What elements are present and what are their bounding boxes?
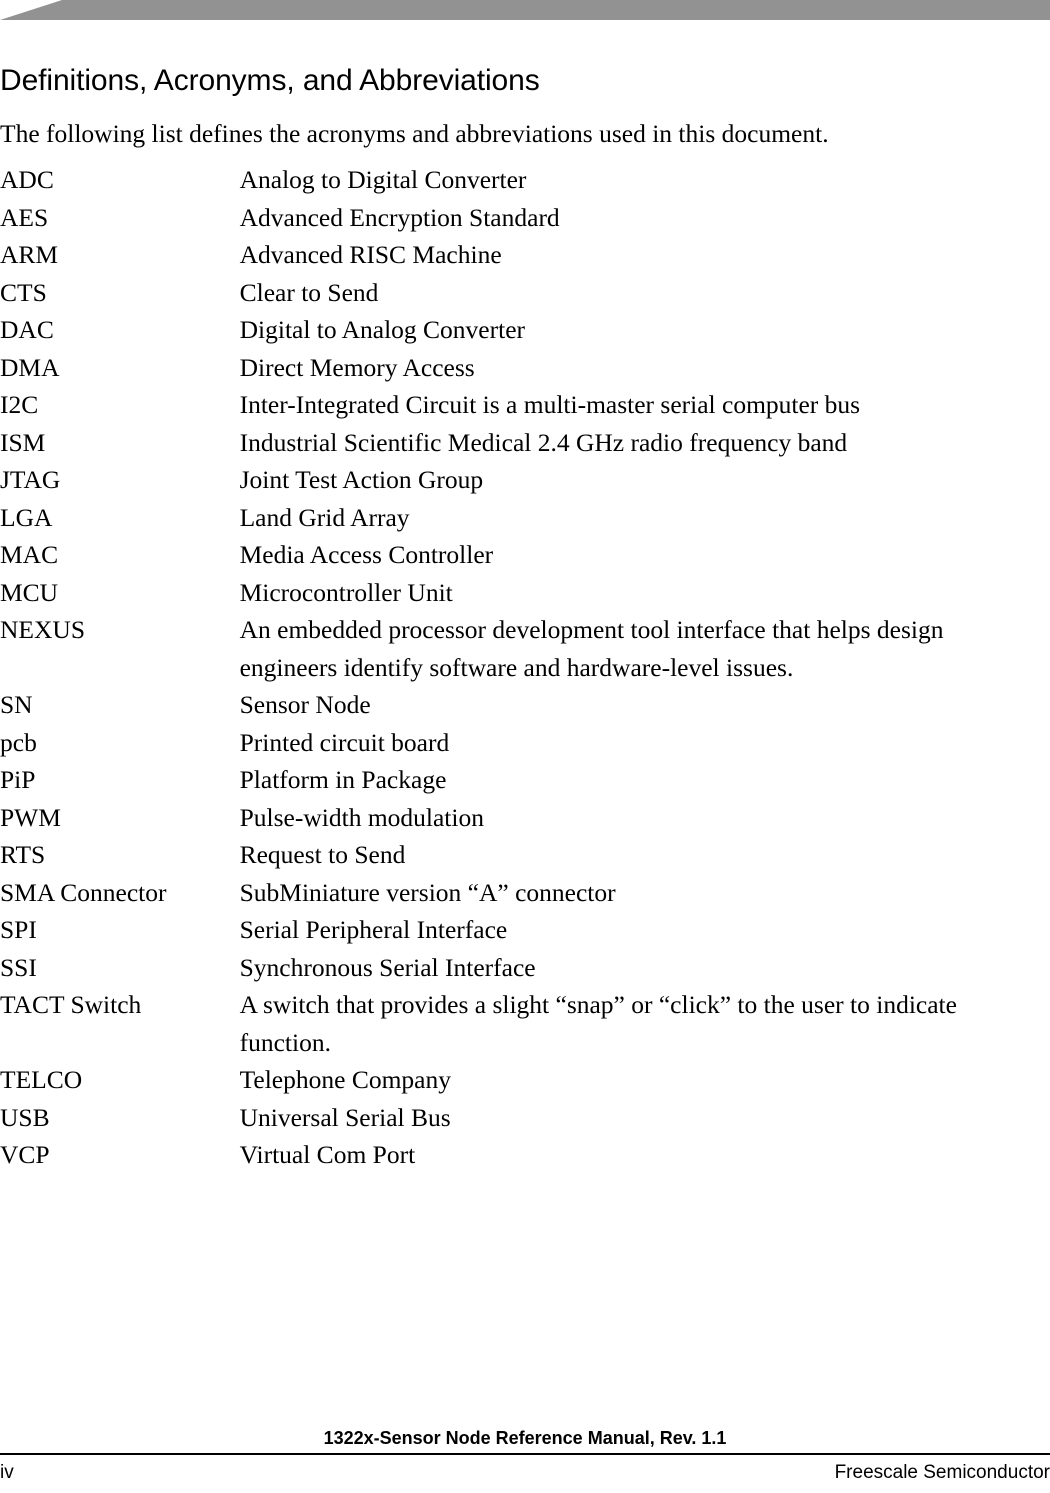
definition-term: RTS — [0, 840, 46, 869]
header-decorative-bar — [0, 0, 1050, 20]
definition-term: DMA — [0, 352, 60, 382]
definition-term: MAC — [0, 540, 59, 569]
page-content: Definitions, Acronyms, and Abbreviations… — [0, 64, 1046, 1174]
definition-term: SSI — [0, 952, 37, 982]
definition-term: CTS — [0, 277, 47, 307]
definition-row: ISM Industrial Scientific Medical 2.4 GHz… — [0, 424, 1046, 462]
definition-row: SSI Synchronous Serial Interface — [0, 949, 1046, 987]
definition-text: Telephone Company — [239, 1065, 451, 1094]
definition-term: ISM — [0, 427, 46, 457]
definition-text: Clear to Send — [239, 277, 379, 307]
definition-row: MCU Microcontroller Unit — [0, 574, 1046, 612]
definition-text: Sensor Node — [239, 690, 371, 719]
definition-text: Virtual Com Port — [239, 1140, 416, 1169]
definition-term: SMA Connector — [0, 877, 167, 907]
definition-term: ARM — [0, 240, 59, 269]
definition-row: PWM Pulse-width modulation — [0, 799, 1046, 837]
definitions-table: ADC Analog to Digital Converter AES Advance… — [0, 161, 1046, 1174]
definition-text: Joint Test Action Group — [239, 465, 484, 494]
definition-text: Advanced RISC Machine — [239, 240, 502, 269]
definition-row: AES Advanced Encryption Standard — [0, 199, 1046, 237]
definition-row: PiP Platform in Package — [0, 761, 1046, 799]
definitions-table-body: ADC Analog to Digital Converter AES Advance… — [0, 161, 1046, 1174]
definition-term: I2C — [0, 390, 39, 419]
definition-term: JTAG — [0, 465, 61, 494]
definition-row: JTAG Joint Test Action Group — [0, 461, 1046, 499]
definition-text: SubMiniature version “A” connector — [239, 877, 616, 907]
definition-term: TELCO — [0, 1065, 83, 1094]
definition-row: VCP Virtual Com Port — [0, 1136, 1046, 1174]
definition-row: LGA Land Grid Array — [0, 499, 1046, 537]
definition-term: VCP — [0, 1140, 50, 1169]
definition-term: SPI — [0, 915, 37, 944]
definition-text: An embedded processor development tool i… — [239, 615, 944, 682]
definition-text: Synchronous Serial Interface — [239, 952, 536, 982]
definition-row: DAC Digital to Analog Converter — [0, 311, 1046, 349]
definition-text: Analog to Digital Converter — [239, 165, 527, 194]
definition-text: Request to Send — [239, 840, 406, 869]
definition-text: Media Access Controller — [239, 540, 494, 569]
definition-term: SN — [0, 690, 33, 719]
definition-row: ARM Advanced RISC Machine — [0, 236, 1046, 274]
definition-text: Universal Serial Bus — [239, 1102, 451, 1132]
definition-term: LGA — [0, 502, 53, 532]
definition-text: Digital to Analog Converter — [239, 315, 526, 344]
definition-text: Land Grid Array — [239, 502, 410, 532]
definition-term: MCU — [0, 577, 59, 607]
definition-term: TACT Switch — [0, 990, 142, 1019]
definition-row: SPI Serial Peripheral Interface — [0, 911, 1046, 949]
footer-row: iv Freescale Semiconductor — [0, 1455, 1050, 1493]
definition-text: Pulse-width modulation — [239, 802, 484, 832]
definition-row: USB Universal Serial Bus — [0, 1099, 1046, 1137]
definition-row: TELCO Telephone Company — [0, 1061, 1046, 1099]
document-page: Definitions, Acronyms, and Abbreviations… — [0, 0, 1050, 1493]
definition-text: Industrial Scientific Medical 2.4 GHz ra… — [239, 427, 848, 457]
definition-row: CTS Clear to Send — [0, 274, 1046, 312]
definition-text: Advanced Encryption Standard — [239, 202, 560, 232]
definition-text: Printed circuit board — [239, 727, 450, 757]
footer-company-name: Freescale Semiconductor — [834, 1462, 1050, 1483]
page-title: Definitions, Acronyms, and Abbreviations — [0, 64, 540, 97]
definition-term: USB — [0, 1102, 50, 1132]
definition-text: Direct Memory Access — [239, 352, 475, 382]
page-footer: 1322x-Sensor Node Reference Manual, Rev.… — [0, 1428, 1050, 1493]
definition-text: Inter-Integrated Circuit is a multi-mast… — [239, 390, 861, 419]
definition-term: AES — [0, 202, 49, 232]
definition-row: TACT Switch A switch that provides a slig… — [0, 986, 1046, 1061]
definition-text: Platform in Package — [239, 765, 447, 794]
definition-row: ADC Analog to Digital Converter — [0, 161, 1046, 199]
intro-paragraph: The following list defines the acronyms … — [0, 119, 829, 148]
definition-row: SMA Connector SubMiniature version “A” co… — [0, 874, 1046, 912]
definition-row: pcb Printed circuit board — [0, 724, 1046, 762]
definition-term: PWM — [0, 802, 61, 832]
definition-row: RTS Request to Send — [0, 836, 1046, 874]
definition-term: DAC — [0, 315, 54, 344]
definition-term: NEXUS — [0, 615, 86, 644]
definition-row: SN Sensor Node — [0, 686, 1046, 724]
definition-term: PiP — [0, 765, 36, 794]
footer-manual-title: 1322x-Sensor Node Reference Manual, Rev.… — [323, 1428, 727, 1448]
definition-text: Microcontroller Unit — [239, 577, 453, 607]
definition-row: I2C Inter-Integrated Circuit is a multi-m… — [0, 386, 1046, 424]
definition-text: A switch that provides a slight “snap” o… — [239, 990, 957, 1057]
definition-row: DMA Direct Memory Access — [0, 349, 1046, 387]
definition-term: ADC — [0, 165, 54, 194]
footer-page-number: iv — [0, 1462, 14, 1483]
definition-row: MAC Media Access Controller — [0, 536, 1046, 574]
definition-row: NEXUS An embedded processor development t… — [0, 611, 1046, 686]
definition-term: pcb — [0, 727, 37, 757]
definition-text: Serial Peripheral Interface — [239, 915, 508, 944]
